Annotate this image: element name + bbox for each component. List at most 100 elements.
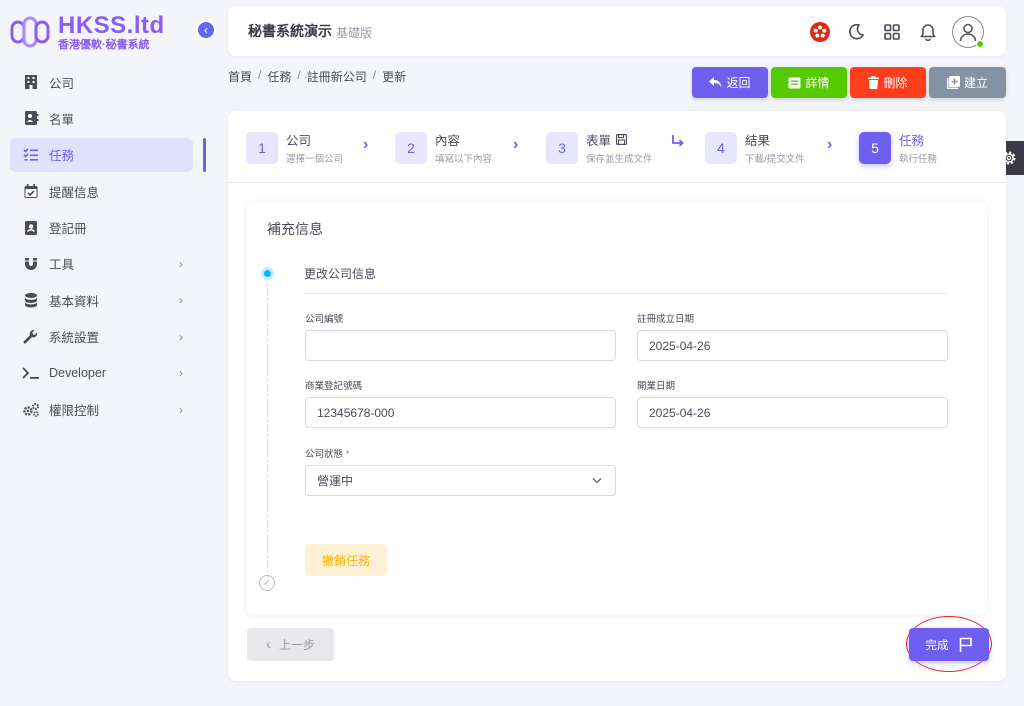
step-content[interactable]: 2 內容 填寫以下內容: [395, 130, 492, 165]
section-title: 更改公司信息: [304, 267, 377, 281]
step-result[interactable]: 4 結果 下載/提交文件: [705, 130, 805, 165]
step-description: 選擇一個公司: [286, 154, 344, 165]
app-title: 秘書系統演示: [248, 23, 332, 39]
panel-title: 補充信息: [267, 221, 323, 237]
online-status-dot: [976, 40, 984, 48]
sidebar-item-label: 登記冊: [49, 222, 87, 237]
terminal-icon: [22, 364, 40, 382]
company-status-label: 公司狀態 *: [305, 449, 350, 460]
logo-title: HKSS.ltd: [58, 11, 165, 39]
chevron-right-icon: ›: [179, 402, 183, 417]
logo[interactable]: HKSS.ltd 香港優軟·秘書系統: [8, 12, 165, 52]
chevron-right-icon: ›: [179, 293, 183, 308]
business-start-date-input[interactable]: 2025-04-26: [637, 397, 948, 428]
revoke-task-button[interactable]: 撤銷任務: [305, 544, 387, 576]
chevron-right-icon: ›: [179, 366, 183, 381]
finish-button[interactable]: 完成: [909, 628, 989, 661]
chevron-down-icon: [592, 478, 602, 484]
flag-icon: [959, 637, 972, 652]
breadcrumb: 首頁 / 任務 / 註冊新公司 / 更新: [228, 68, 407, 85]
top-header: 秘書系統演示 基礎版: [228, 6, 1006, 56]
step-company[interactable]: 1 公司 選擇一個公司: [246, 130, 343, 165]
sidebar-item-label: Developer: [49, 366, 106, 381]
theme-toggle-button[interactable]: [840, 16, 872, 48]
step-task[interactable]: 5 任務 執行任務: [859, 130, 937, 165]
language-flag-button[interactable]: [804, 16, 836, 48]
task-wizard-card: 1 公司 選擇一個公司 › 2 內容 填寫以下內容 › 3 表單 保存並生成文件: [228, 111, 1006, 681]
sidebar-item-list[interactable]: 名單: [10, 101, 193, 135]
chevron-right-icon: ›: [363, 136, 369, 153]
breadcrumb-register-company[interactable]: 註冊新公司: [307, 68, 367, 85]
step-number: 4: [705, 131, 737, 164]
company-status-select[interactable]: 營運中: [305, 465, 616, 496]
step-number: 2: [395, 131, 427, 164]
step-description: 下載/提交文件: [745, 154, 805, 165]
sidebar-item-basic-data[interactable]: 基本資料 ›: [10, 283, 193, 317]
logo-mark-icon: [8, 14, 54, 50]
wrench-icon: [22, 328, 40, 346]
user-avatar[interactable]: [952, 16, 984, 48]
arrow-turn-down-right-icon: [671, 134, 685, 153]
sidebar-item-permissions[interactable]: 權限控制 ›: [10, 393, 193, 427]
timeline-line: [267, 278, 268, 578]
register-book-icon: [22, 219, 40, 237]
sidebar-item-label: 名單: [49, 112, 75, 127]
chevron-left-icon: ‹: [204, 23, 208, 37]
sidebar-item-label: 權限控制: [49, 404, 100, 419]
step-description: 保存並生成文件: [586, 154, 653, 165]
save-icon: [616, 134, 627, 145]
magnet-icon: [22, 255, 40, 273]
chevron-right-icon: ›: [513, 136, 519, 153]
app-edition: 基礎版: [336, 25, 373, 40]
notifications-button[interactable]: [912, 16, 944, 48]
step-form[interactable]: 3 表單 保存並生成文件: [546, 130, 653, 165]
step-number: 1: [246, 131, 278, 164]
timeline-dot: [261, 267, 274, 280]
sidebar-item-company[interactable]: 公司: [10, 65, 193, 99]
step-title: 內容: [435, 134, 461, 148]
step-title: 公司: [286, 134, 312, 148]
contact-card-icon: [22, 109, 40, 127]
apps-grid-button[interactable]: [876, 16, 908, 48]
sidebar-item-label: 工具: [49, 258, 75, 273]
required-asterisk: *: [345, 449, 350, 460]
hk-flag-icon: [810, 22, 830, 42]
incorporation-date-label: 註冊成立日期: [637, 314, 695, 325]
delete-button[interactable]: 刪除: [850, 67, 926, 98]
incorporation-date-input[interactable]: 2025-04-26: [637, 330, 948, 361]
sidebar-item-reminders[interactable]: 提醒信息: [10, 174, 193, 208]
step-number: 5: [859, 131, 891, 164]
breadcrumb-home[interactable]: 首頁: [228, 68, 252, 85]
sidebar-item-label: 提醒信息: [49, 185, 100, 200]
business-start-date-label: 開業日期: [637, 381, 676, 392]
back-button[interactable]: 返回: [692, 67, 768, 98]
moon-icon: [849, 23, 865, 40]
action-toolbar: 返回 詳情 刪除 建立: [692, 67, 1009, 98]
chevron-right-icon: ›: [827, 136, 833, 153]
sidebar-item-tasks[interactable]: 任務: [10, 137, 193, 172]
wizard-stepper: 1 公司 選擇一個公司 › 2 內容 填寫以下內容 › 3 表單 保存並生成文件: [228, 111, 1006, 183]
sidebar-item-developer[interactable]: Developer ›: [10, 356, 193, 390]
sidebar-item-label: 公司: [49, 76, 75, 91]
br-number-input[interactable]: 12345678-000: [305, 397, 616, 428]
step-title: 結果: [745, 134, 771, 148]
sidebar-item-settings[interactable]: 系統設置 ›: [10, 320, 193, 354]
details-icon: [788, 77, 801, 89]
create-button[interactable]: 建立: [929, 67, 1006, 98]
breadcrumb-tasks[interactable]: 任務: [267, 68, 291, 85]
building-icon: [22, 73, 40, 91]
chevron-right-icon: ›: [179, 329, 183, 344]
reply-icon: [709, 77, 722, 88]
step-title: 任務: [899, 134, 925, 148]
sidebar-item-tools[interactable]: 工具 ›: [10, 247, 193, 281]
previous-step-button[interactable]: ‹ 上一步: [247, 628, 334, 661]
sidebar-item-label: 系統設置: [49, 331, 100, 346]
company-number-input[interactable]: [305, 330, 616, 361]
details-button[interactable]: 詳情: [771, 67, 847, 98]
sidebar-item-label: 基本資料: [49, 294, 100, 309]
sidebar-active-indicator: [203, 138, 206, 172]
sidebar: HKSS.ltd 香港優軟·秘書系統 公司 名單 任務 提醒信息 登記冊 工具 …: [0, 0, 207, 706]
grid-icon: [884, 24, 900, 40]
sidebar-collapse-button[interactable]: ‹: [196, 20, 216, 40]
sidebar-item-register[interactable]: 登記冊: [10, 211, 193, 245]
